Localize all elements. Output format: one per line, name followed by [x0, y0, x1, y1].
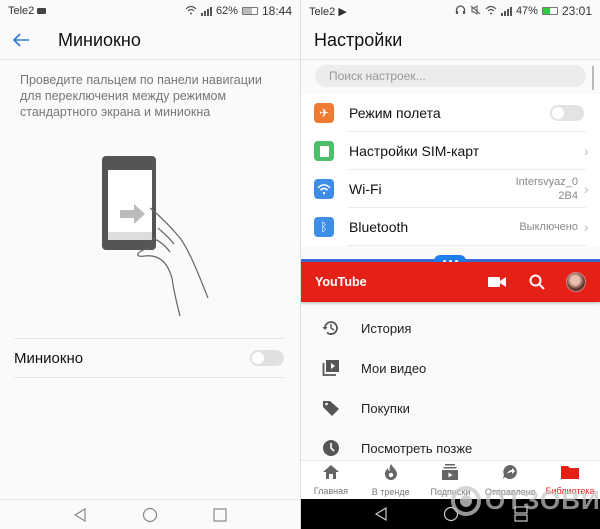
navigation-bar — [0, 499, 300, 529]
library-item-label: История — [361, 320, 412, 336]
bluetooth-icon: ᛒ — [314, 217, 334, 237]
youtube-library-list: История Мои видео Покупки Посмотреть поз… — [301, 308, 600, 468]
battery-icon — [241, 7, 258, 15]
tab-label: Библиотека — [545, 486, 595, 496]
settings-item-sim-cards[interactable]: Настройки SIM-карт › — [301, 132, 600, 170]
mute-icon — [470, 4, 481, 18]
tab-subscriptions[interactable]: Подписки — [421, 461, 481, 500]
tab-label: Подписки — [430, 487, 471, 497]
chevron-right-icon: › — [584, 143, 589, 159]
recents-icon[interactable] — [211, 506, 229, 524]
settings-item-label: Режим полета — [349, 105, 441, 121]
battery-icon — [541, 7, 558, 15]
carrier-label: Tele2 ▶ — [309, 5, 347, 18]
tab-trending[interactable]: В тренде — [361, 461, 421, 500]
right-phone-screen: Tele2 ▶ 47% 23:01 Настройки Поиск настро… — [301, 0, 600, 529]
clock: 23:01 — [561, 4, 592, 18]
settings-item-bluetooth[interactable]: ᛒ Bluetooth Выключено › — [301, 208, 600, 246]
scrollbar[interactable] — [592, 66, 594, 90]
search-icon[interactable] — [526, 271, 548, 293]
miniwindow-toggle[interactable] — [250, 350, 284, 366]
page-title: Настройки — [301, 22, 600, 60]
youtube-title: YouTube — [315, 275, 367, 289]
notification-icon — [37, 8, 47, 15]
airplane-mode-toggle[interactable] — [550, 105, 584, 121]
clock: 18:44 — [261, 4, 292, 18]
trending-flame-icon — [384, 464, 398, 485]
wifi-network-name: Intersvyaz_0 2B4 — [515, 176, 578, 202]
library-item-history[interactable]: История — [301, 308, 600, 348]
sim-card-icon — [314, 141, 334, 161]
back-icon[interactable] — [71, 506, 89, 524]
settings-item-label: Bluetooth — [349, 219, 409, 235]
avatar[interactable] — [566, 272, 586, 292]
miniwindow-label: Миниокно — [14, 349, 84, 367]
youtube-app-bar: YouTube — [301, 262, 600, 302]
status-bar: Tele2 ▶ 47% 23:01 — [301, 0, 600, 22]
settings-item-label: Настройки SIM-карт — [349, 143, 480, 159]
chevron-right-icon: › — [584, 219, 589, 235]
history-icon — [321, 318, 341, 338]
description-text: Проведите пальцем по панели навигации дл… — [20, 73, 262, 119]
home-icon[interactable] — [442, 505, 460, 523]
settings-item-wifi[interactable]: Wi-Fi Intersvyaz_0 2B4 › — [301, 170, 600, 208]
settings-item-airplane-mode[interactable]: ✈ Режим полета — [301, 94, 600, 132]
tab-label: Главная — [313, 486, 349, 496]
airplane-icon: ✈ — [314, 103, 334, 123]
library-item-purchases[interactable]: Покупки — [301, 388, 600, 428]
bluetooth-status: Выключено — [519, 221, 578, 233]
tab-label: Отправлено — [484, 487, 536, 497]
carrier-label: Tele2 — [8, 5, 47, 17]
app-bar: Миниокно — [0, 22, 300, 60]
miniwindow-setting-row[interactable]: Миниокно — [14, 338, 284, 378]
back-icon[interactable] — [372, 505, 390, 523]
recents-split-icon[interactable] — [512, 505, 530, 523]
library-folder-icon — [561, 465, 580, 484]
library-item-label: Мои видео — [361, 360, 427, 376]
wifi-icon — [185, 5, 197, 18]
my-videos-icon — [321, 358, 341, 378]
battery-percent: 47% — [515, 5, 538, 17]
headphones-icon — [455, 4, 466, 18]
wifi-icon — [314, 179, 334, 199]
settings-list: ✈ Режим полета Настройки SIM-карт › Wi-F… — [301, 94, 600, 246]
video-camera-icon[interactable] — [486, 271, 508, 293]
library-item-label: Покупки — [361, 400, 410, 416]
chevron-right-icon: › — [584, 181, 589, 197]
library-item-my-videos[interactable]: Мои видео — [301, 348, 600, 388]
battery-percent: 62% — [215, 5, 238, 17]
home-icon[interactable] — [141, 506, 159, 524]
play-icon: ▶ — [338, 5, 347, 18]
settings-search-input[interactable]: Поиск настроек... — [315, 65, 586, 87]
youtube-bottom-tabs: Главная В тренде Подписки Отправлено Биб… — [301, 460, 600, 500]
purchases-tag-icon — [321, 398, 341, 418]
signal-icon — [500, 6, 512, 16]
tab-shared[interactable]: Отправлено — [480, 461, 540, 500]
shared-icon — [502, 464, 518, 485]
navigation-bar — [301, 499, 600, 529]
tab-library[interactable]: Библиотека — [540, 461, 600, 500]
back-arrow-icon[interactable] — [12, 28, 48, 54]
settings-item-label: Wi-Fi — [349, 181, 382, 197]
home-icon — [322, 465, 339, 484]
subscriptions-icon — [442, 464, 459, 485]
left-phone-screen: Tele2 62% 18:44 Миниокно Проведите пальц… — [0, 0, 300, 529]
gesture-illustration — [102, 156, 209, 317]
tab-label: В тренде — [371, 487, 410, 497]
tab-home[interactable]: Главная — [301, 461, 361, 500]
library-item-label: Посмотреть позже — [361, 440, 473, 456]
status-bar: Tele2 62% 18:44 — [0, 0, 300, 22]
page-title: Миниокно — [58, 30, 141, 50]
signal-icon — [200, 6, 212, 16]
wifi-icon — [485, 5, 497, 18]
watch-later-icon — [321, 438, 341, 458]
